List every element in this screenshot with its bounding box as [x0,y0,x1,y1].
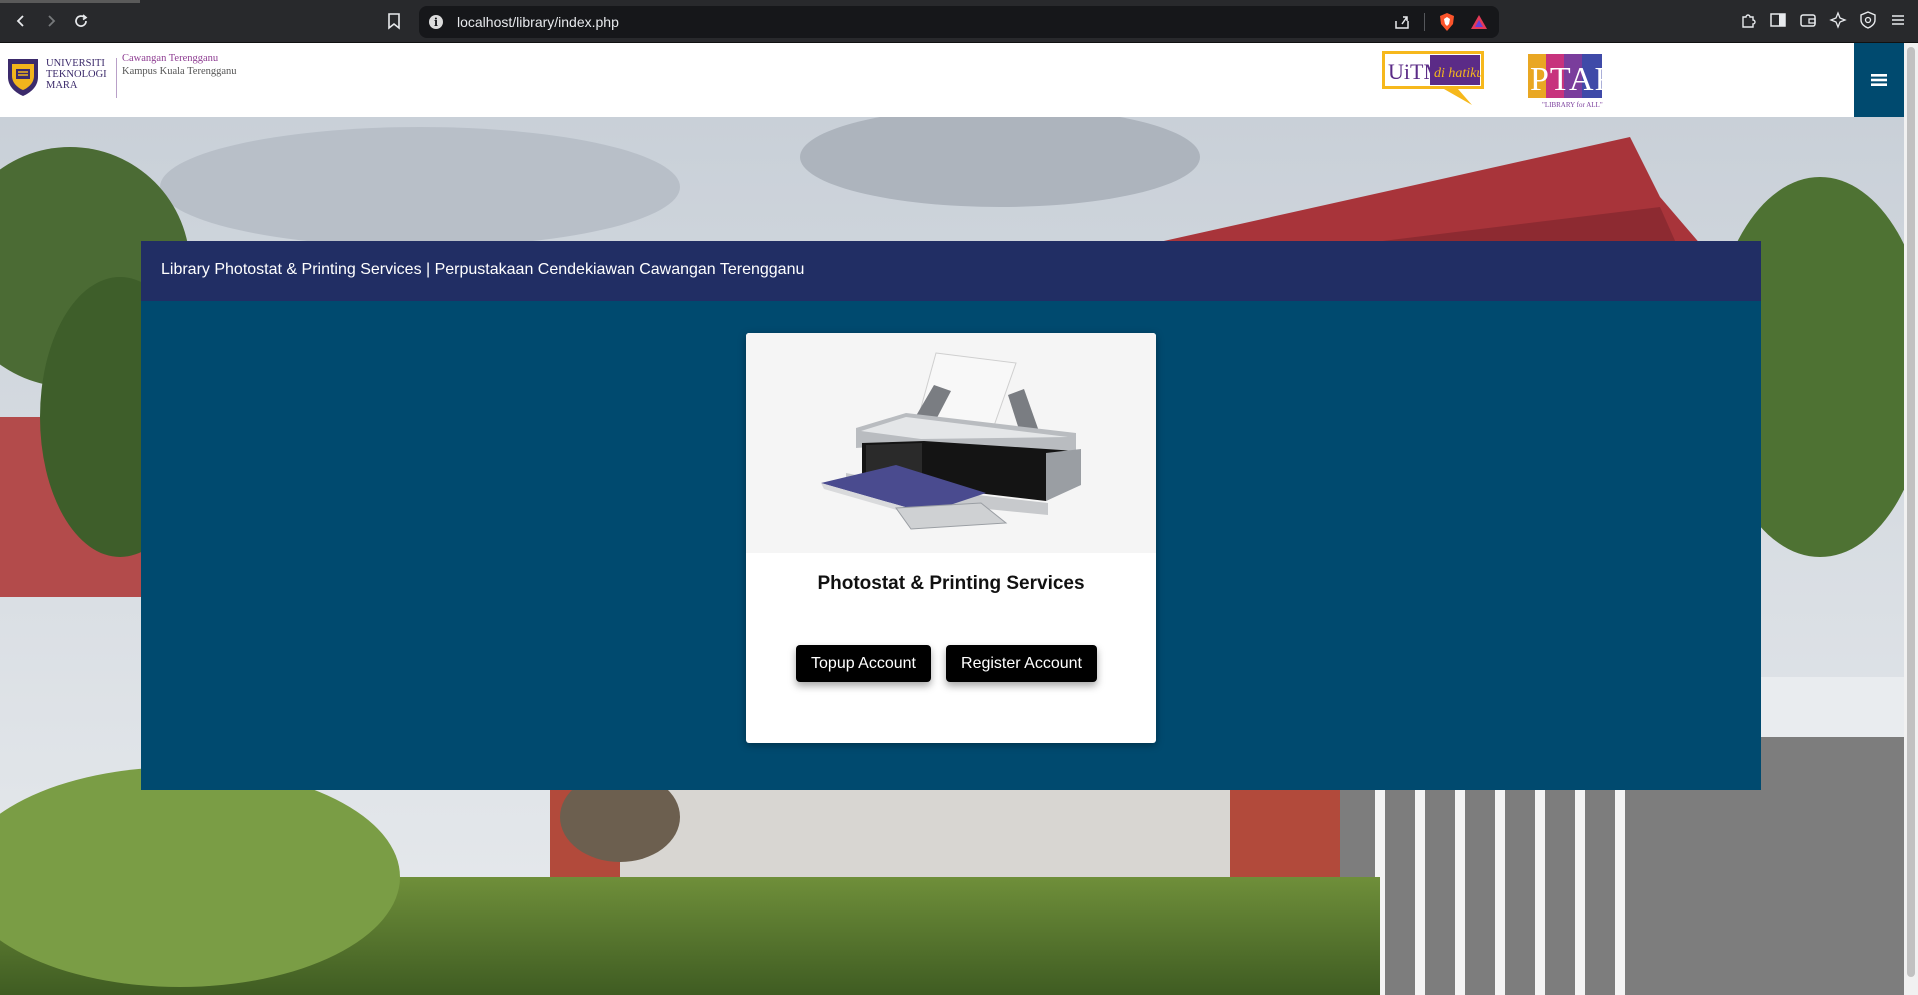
ptar-text: PTAR [1530,61,1606,98]
campus-name: Cawangan Terengganu Kampus Kuala Terengg… [122,52,237,78]
vpn-icon[interactable] [1858,10,1878,30]
logo-divider [116,58,117,98]
back-arrow-icon[interactable] [8,8,34,34]
campus-line: Cawangan Terengganu [122,53,219,64]
register-account-button[interactable]: Register Account [946,645,1097,682]
uitm-name-line: UNIVERSITI [46,58,105,69]
campus-line: Kampus Kuala Terengganu [122,66,237,77]
page-viewport: UNIVERSITI TEKNOLOGI MARA Cawangan Teren… [0,43,1904,995]
ptar-logo: PTAR "LIBRARY for ALL" [1526,50,1617,110]
reload-icon[interactable] [68,8,94,34]
page-title: Library Photostat & Printing Services | … [161,261,805,278]
hamburger-icon [1871,74,1887,86]
active-tab-indicator [0,0,140,3]
scrollbar-thumb[interactable] [1907,47,1915,977]
printer-illustration [746,333,1156,553]
card-title: Photostat & Printing Services [817,573,1085,594]
uitm-name-line: TEKNOLOGI [46,69,107,80]
browser-toolbar: i localhost/library/index.php [0,0,1918,43]
url-text[interactable]: localhost/library/index.php [457,14,619,30]
menu-icon[interactable] [1888,10,1908,30]
ptar-tagline: "LIBRARY for ALL" [1542,101,1603,109]
wallet-icon[interactable] [1798,10,1818,30]
brave-shield-icon[interactable] [1437,12,1457,32]
printer-icon [821,352,1081,530]
brave-rewards-icon[interactable] [1469,12,1489,32]
uitm-logo[interactable]: UNIVERSITI TEKNOLOGI MARA Cawangan Teren… [6,52,256,104]
leo-ai-icon[interactable] [1828,10,1848,30]
main-panel: Library Photostat & Printing Services | … [141,241,1761,790]
hamburger-menu-button[interactable] [1854,43,1904,117]
hatiku-text-dihatiku: di hatiku [1434,66,1483,81]
site-header: UNIVERSITI TEKNOLOGI MARA Cawangan Teren… [0,43,1904,117]
uitm-name-line: MARA [46,80,78,91]
panel-header: Library Photostat & Printing Services | … [141,241,1761,301]
address-bar[interactable]: i localhost/library/index.php [419,6,1499,38]
uitm-name: UNIVERSITI TEKNOLOGI MARA [46,58,118,91]
bookmark-icon[interactable] [382,9,406,33]
uitm-di-hatiku-logo: UiTM di hatiku [1380,49,1488,107]
info-icon[interactable]: i [429,15,443,29]
sidebar-icon[interactable] [1768,10,1788,30]
omnibox-divider [1424,13,1425,31]
uitm-crest-icon [6,55,40,97]
extensions-icon[interactable] [1738,10,1758,30]
forward-arrow-icon[interactable] [38,8,64,34]
share-icon[interactable] [1392,12,1412,32]
topup-account-button[interactable]: Topup Account [796,645,931,682]
service-card: Photostat & Printing Services Topup Acco… [746,333,1156,743]
page-scrollbar[interactable] [1904,43,1918,995]
